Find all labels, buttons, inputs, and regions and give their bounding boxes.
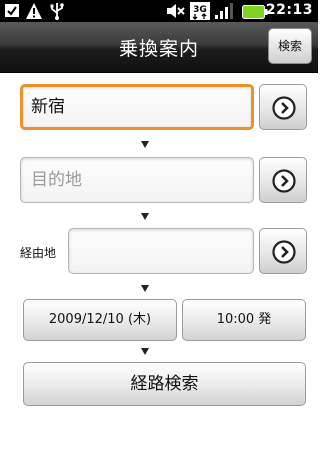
via-station-label: 経由地 xyxy=(20,246,57,260)
departure-station-input[interactable]: 新宿 xyxy=(20,84,254,130)
chevron-right-circle-icon xyxy=(272,96,296,120)
title-bar: 乗換案内 検索 xyxy=(0,22,318,73)
arrow-down-icon xyxy=(141,141,149,148)
route-search-button[interactable]: 経路検索 xyxy=(23,362,306,406)
header-search-button[interactable]: 検索 xyxy=(268,28,312,64)
time-button[interactable]: 10:00 発 xyxy=(182,299,306,341)
status-clock: 22:13 xyxy=(265,2,313,18)
battery-icon xyxy=(242,4,268,23)
arrow-down-icon xyxy=(141,213,149,220)
chevron-right-circle-icon xyxy=(272,169,296,193)
usb-icon xyxy=(48,2,66,24)
warning-icon xyxy=(25,2,43,24)
departure-select-button[interactable] xyxy=(259,84,307,130)
signal-icon xyxy=(214,2,236,24)
chevron-right-circle-icon xyxy=(272,240,296,264)
via-select-button[interactable] xyxy=(259,228,307,274)
mute-icon xyxy=(166,2,186,24)
status-bar: 3G 22:13 xyxy=(0,0,318,22)
via-station-input[interactable] xyxy=(68,228,254,274)
arrow-down-icon xyxy=(141,285,149,292)
date-button[interactable]: 2009/12/10 (木) xyxy=(23,299,177,341)
3g-icon: 3G xyxy=(190,2,210,24)
download-icon xyxy=(4,2,20,24)
destination-station-input[interactable]: 目的地 xyxy=(20,157,254,203)
destination-select-button[interactable] xyxy=(259,157,307,203)
svg-text:3G: 3G xyxy=(193,5,207,15)
arrow-down-icon xyxy=(141,348,149,355)
